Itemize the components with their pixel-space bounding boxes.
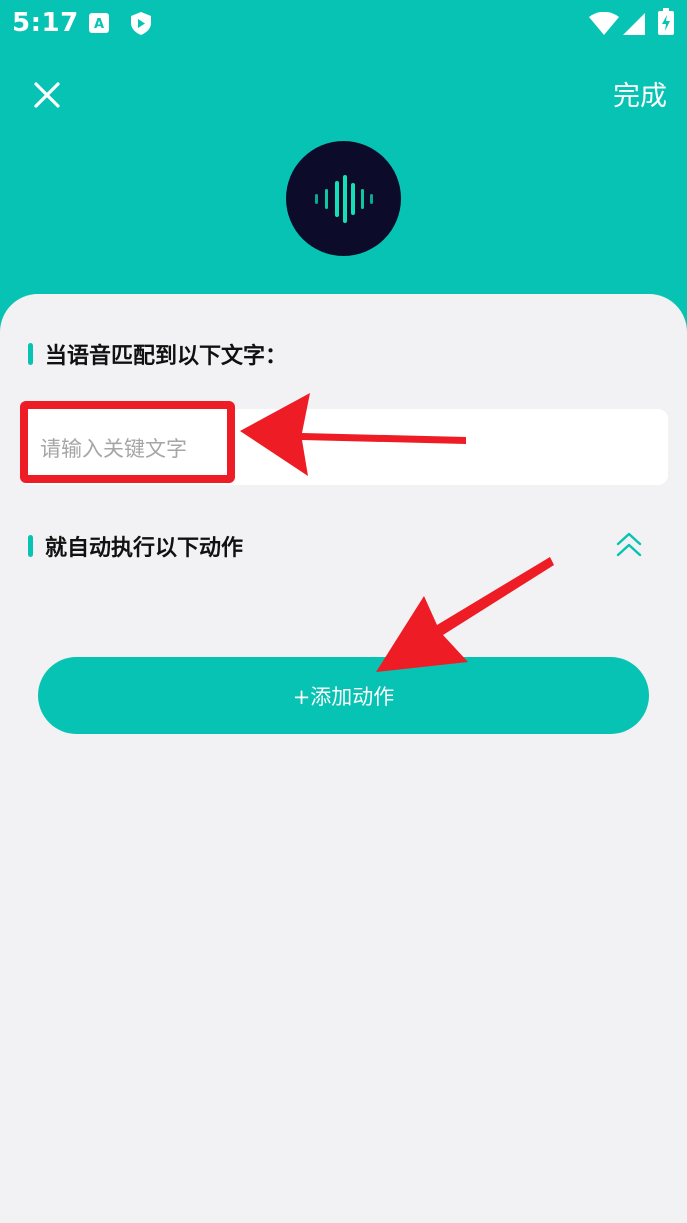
double-chevron-up-icon xyxy=(616,532,642,557)
trigger-section-label: 当语音匹配到以下文字： xyxy=(45,344,288,369)
action-section-label: 就自动执行以下动作 xyxy=(45,536,244,561)
voice-logo xyxy=(286,141,401,256)
status-time: 5:17 xyxy=(12,8,79,38)
collapse-toggle-button[interactable] xyxy=(612,528,646,562)
done-button[interactable]: 完成 xyxy=(613,74,667,113)
battery-charging-icon xyxy=(658,8,674,35)
signal-icon xyxy=(623,13,645,35)
svg-text:A: A xyxy=(94,17,104,32)
keyword-input[interactable] xyxy=(40,429,230,469)
add-action-label: +添加动作 xyxy=(292,684,395,709)
trigger-section-title: 当语音匹配到以下文字： xyxy=(28,338,287,370)
wifi-icon xyxy=(589,12,619,35)
section-accent-bar xyxy=(28,343,33,365)
action-section-title: 就自动执行以下动作 xyxy=(28,530,243,562)
add-action-button[interactable]: +添加动作 xyxy=(38,657,649,734)
close-icon xyxy=(34,82,60,108)
voice-wave-icon xyxy=(314,174,373,223)
shield-play-icon xyxy=(131,12,151,35)
app-notification-icon: A xyxy=(89,13,109,33)
section-accent-bar xyxy=(28,535,33,557)
keyword-input-row xyxy=(20,409,668,485)
close-button[interactable] xyxy=(22,70,72,120)
status-bar: 5:17 A xyxy=(0,0,687,48)
